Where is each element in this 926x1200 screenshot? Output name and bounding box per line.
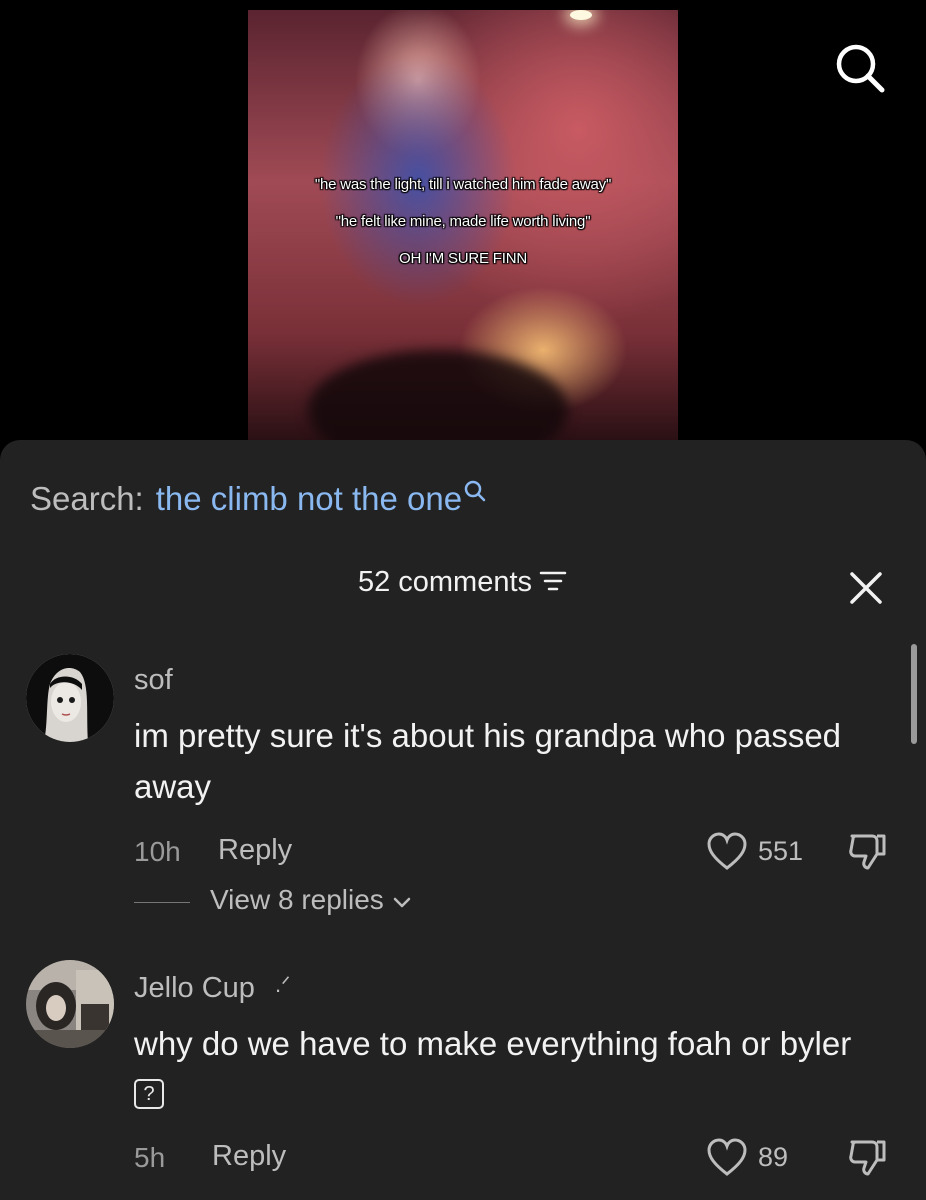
- stage-light: [570, 10, 592, 20]
- filter-icon[interactable]: [538, 569, 568, 593]
- reply-button[interactable]: Reply: [218, 834, 292, 867]
- avatar[interactable]: [26, 960, 114, 1048]
- heart-icon[interactable]: [706, 1138, 748, 1178]
- search-query-link[interactable]: the climb not the one: [156, 480, 462, 517]
- like-count: 551: [758, 836, 804, 866]
- comments-sheet: Search: the climb not the one 52 comments: [0, 440, 926, 1200]
- search-label: Search:: [30, 480, 144, 517]
- comment-timestamp: 10h: [134, 836, 181, 867]
- search-icon: [464, 480, 486, 502]
- crowd-silhouette: [308, 350, 568, 440]
- video-player[interactable]: "he was the light, till i watched him fa…: [248, 10, 678, 440]
- video-caption-1: "he was the light, till i watched him fa…: [314, 176, 612, 193]
- thumbs-down-icon[interactable]: [846, 1136, 890, 1180]
- reply-button[interactable]: Reply: [212, 1140, 286, 1173]
- video-caption-2: "he felt like mine, made life worth livi…: [335, 213, 591, 230]
- search-suggestion[interactable]: Search: the climb not the one: [30, 480, 488, 518]
- video-area[interactable]: "he was the light, till i watched him fa…: [0, 0, 926, 470]
- view-replies-button[interactable]: View 8 replies: [210, 884, 412, 916]
- close-icon[interactable]: [846, 568, 886, 608]
- avatar[interactable]: [26, 654, 114, 742]
- username-suffix: .ᐟ: [274, 972, 291, 997]
- comment-text: im pretty sure it's about his grandpa wh…: [134, 717, 842, 805]
- username-text: Jello Cup: [134, 972, 255, 1004]
- like-count: 89: [758, 1142, 789, 1172]
- comment-username[interactable]: Jello Cup .ᐟ: [134, 972, 290, 1005]
- comment-item: sof im pretty sure it's about his grandp…: [0, 650, 926, 950]
- comment-count: 52 comments: [357, 566, 533, 598]
- comments-header[interactable]: 52 comments: [0, 566, 926, 599]
- comment-username[interactable]: sof: [134, 664, 173, 697]
- thumbs-down-icon[interactable]: [846, 830, 890, 874]
- video-caption-3: OH I'M SURE FINN: [399, 250, 527, 267]
- view-replies-label: View 8 replies: [210, 884, 384, 915]
- comment-item: Jello Cup .ᐟ why do we have to make ever…: [0, 958, 926, 1200]
- chevron-down-icon: [393, 897, 410, 907]
- search-icon[interactable]: [832, 40, 888, 96]
- unknown-emoji-glyph: ?: [134, 1079, 164, 1110]
- replies-divider: [134, 902, 190, 903]
- comment-text: why do we have to make everything foah o…: [134, 1018, 854, 1120]
- comment-timestamp: 5h: [134, 1142, 166, 1173]
- comment-text-content: why do we have to make everything foah o…: [134, 1025, 852, 1062]
- heart-icon[interactable]: [706, 832, 748, 872]
